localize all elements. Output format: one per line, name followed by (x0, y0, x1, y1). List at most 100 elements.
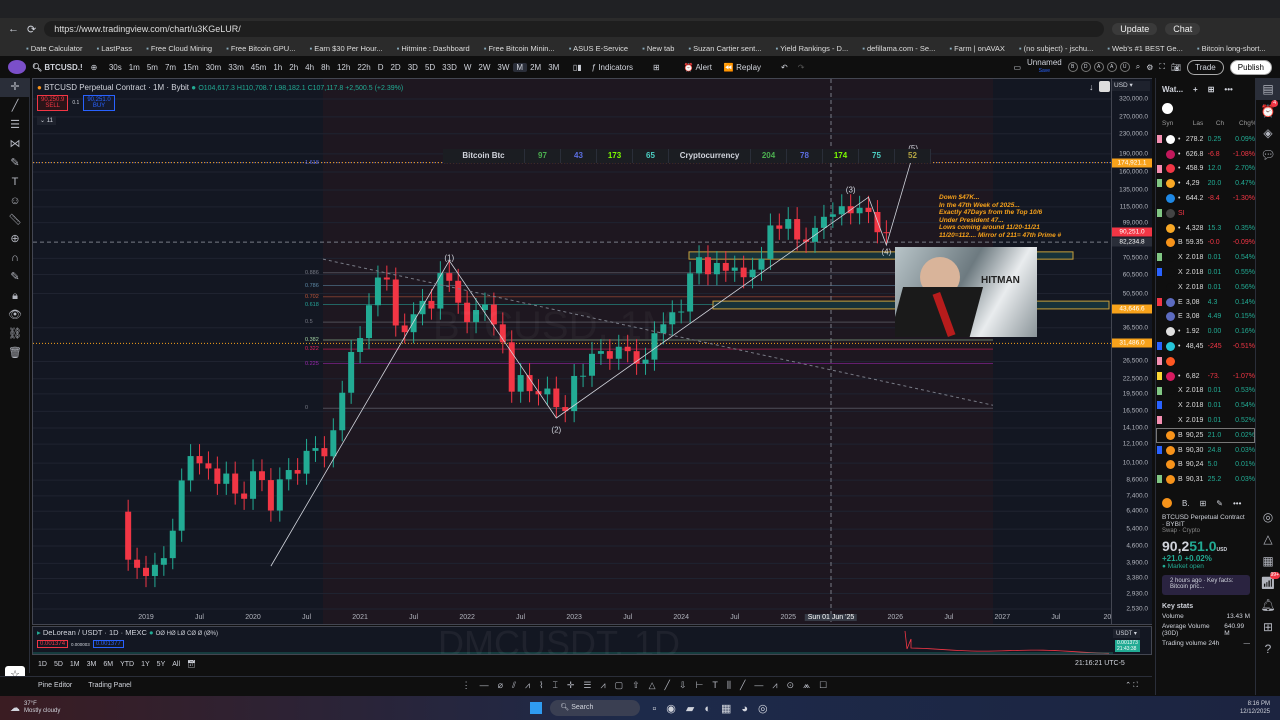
interval-30s[interactable]: 30s (105, 63, 125, 72)
clock[interactable]: 21:16:21 UTC-5 (1075, 660, 1125, 667)
watchlist-row[interactable]: B 90,24 5.0 0.01% (1156, 458, 1255, 473)
tab-trading-panel[interactable]: Trading Panel (88, 682, 131, 689)
watchlist-row[interactable]: • 644.2 -8.4 -1.30% (1156, 191, 1255, 206)
candle[interactable] (401, 325, 408, 333)
watchlist-row[interactable]: B 90,31 25.2 0.03% (1156, 472, 1255, 487)
interval-3W[interactable]: 3W (494, 63, 513, 72)
candle[interactable] (276, 479, 283, 511)
watchlist-row[interactable]: B 90,30 24.8 0.03% (1156, 443, 1255, 458)
candle[interactable] (366, 305, 372, 339)
watchlist-row[interactable]: SI (1156, 206, 1255, 221)
candle[interactable] (312, 448, 319, 451)
bookmark-item[interactable]: LastPass (96, 44, 132, 53)
candle[interactable] (196, 456, 203, 464)
text-icon[interactable]: T (0, 173, 30, 192)
trash-icon[interactable]: 🗑︎ (0, 344, 30, 363)
bookmark-item[interactable]: Yield Rankings - D... (776, 44, 848, 53)
taskbar-search[interactable]: 🔍︎ Search (550, 700, 641, 716)
flag-icon[interactable] (1157, 386, 1162, 395)
flag-icon[interactable] (1157, 342, 1162, 351)
candle[interactable] (339, 392, 346, 431)
candle[interactable] (829, 214, 836, 217)
range-3M[interactable]: 3M (87, 661, 97, 668)
lock-draw-icon[interactable]: ✎ (0, 268, 30, 287)
flag-icon[interactable] (1157, 356, 1162, 365)
auto-scale-icon[interactable] (1099, 81, 1110, 92)
interval-22h[interactable]: 22h (354, 63, 374, 72)
indicators-collapse-toggle[interactable]: ⌄ 11 (37, 116, 56, 125)
symbol-search[interactable]: 🔍︎ BTCUSD.! (32, 63, 83, 72)
candle[interactable] (785, 219, 792, 229)
crosshair-icon[interactable]: ✛ (0, 78, 30, 97)
range-1D[interactable]: 1D (38, 661, 47, 668)
bookmark-item[interactable]: Earn $30 Per Hour... (309, 44, 382, 53)
candle[interactable] (446, 273, 453, 281)
candle[interactable] (856, 207, 863, 214)
flag-icon[interactable] (1157, 268, 1162, 277)
candle[interactable] (303, 450, 310, 474)
chats-icon[interactable]: 💬︎ (1256, 144, 1280, 166)
candle[interactable] (455, 280, 462, 303)
interval-4h[interactable]: 4h (302, 63, 318, 72)
candle[interactable] (178, 480, 185, 531)
buy-button[interactable]: 90,251.0 BUY (83, 95, 115, 111)
update-button[interactable]: Update (1112, 23, 1158, 35)
candle[interactable] (865, 207, 872, 212)
wave-label[interactable]: (1) (444, 254, 454, 263)
candle[interactable] (633, 351, 640, 364)
templates-icon[interactable]: ⊞ (653, 63, 660, 72)
candle[interactable] (767, 225, 774, 259)
trend-line-icon[interactable]: ╱ (0, 97, 30, 116)
candle[interactable] (606, 351, 613, 359)
grid-icon[interactable]: ⊞ (1200, 499, 1207, 508)
range-5D[interactable]: 5D (54, 661, 63, 668)
layout-badge[interactable]: A (1093, 62, 1104, 72)
emoji-icon[interactable]: ☺ (0, 192, 30, 211)
wave-label[interactable]: (3) (846, 185, 856, 194)
help-icon[interactable]: ? (1256, 638, 1280, 660)
candle[interactable] (169, 530, 176, 559)
redo-icon[interactable]: ↷ (798, 63, 805, 72)
interval-3M[interactable]: 3M (545, 63, 563, 72)
watchlist-row[interactable]: X 2.019 0.01 0.52% (1156, 413, 1255, 428)
compare-icon[interactable]: ⊕ (91, 63, 98, 72)
range-1Y[interactable]: 1Y (141, 661, 150, 668)
watchlist-col-header[interactable]: Ch (1216, 120, 1231, 132)
candle[interactable] (223, 473, 230, 484)
flag-icon[interactable] (1157, 475, 1162, 484)
candle[interactable] (267, 480, 274, 511)
interval-W[interactable]: W (460, 63, 475, 72)
candle[interactable] (134, 559, 141, 568)
apps-icon[interactable]: ⊞ (1256, 616, 1280, 638)
wave-label[interactable]: (4) (881, 248, 891, 257)
candle[interactable] (143, 567, 149, 577)
candle[interactable] (392, 279, 399, 326)
watchlist-row[interactable]: E 3,08 4.3 0.14% (1156, 295, 1255, 310)
candle[interactable] (722, 262, 729, 271)
candle[interactable] (517, 375, 524, 392)
layout-badge[interactable]: U (1119, 62, 1130, 72)
flag-icon[interactable] (1157, 164, 1162, 173)
floating-drawing-toolbar[interactable]: ⋮—⌀⫽⩘⌇⌶✛☰⩘▢⇧△╱⇩⊢T⫼╱—⩘⊙⩕☐ (462, 680, 837, 691)
candle[interactable] (740, 267, 747, 278)
candle[interactable] (160, 558, 167, 565)
interval-3D[interactable]: 3D (404, 63, 421, 72)
bookmark-item[interactable]: Date Calculator (26, 44, 83, 53)
candle[interactable] (258, 471, 265, 481)
interval-45m[interactable]: 45m (247, 63, 270, 72)
flag-icon[interactable] (1157, 416, 1162, 425)
details-name[interactable]: BTCUSD Perpetual Contract (1162, 514, 1250, 521)
watchlist-row[interactable]: X 2.018 0.01 0.54% (1156, 398, 1255, 413)
candle[interactable] (285, 470, 292, 480)
layout-badge[interactable]: A (1106, 62, 1117, 72)
ruler-icon[interactable]: 📏︎ (0, 211, 30, 230)
bookmark-item[interactable]: Free Bitcoin Minin... (484, 44, 554, 53)
calendar-icon[interactable]: ▦ (1256, 550, 1280, 572)
candle[interactable] (678, 311, 685, 313)
candle[interactable] (642, 359, 649, 364)
lower-currency-select[interactable]: USDT ▾ (1113, 629, 1140, 638)
watchlist-row[interactable]: E 3,08 4.49 0.15% (1156, 310, 1255, 325)
candle[interactable] (794, 219, 801, 240)
watchlist-title[interactable]: Wat... (1162, 85, 1183, 94)
back-icon[interactable]: ← (8, 23, 19, 35)
